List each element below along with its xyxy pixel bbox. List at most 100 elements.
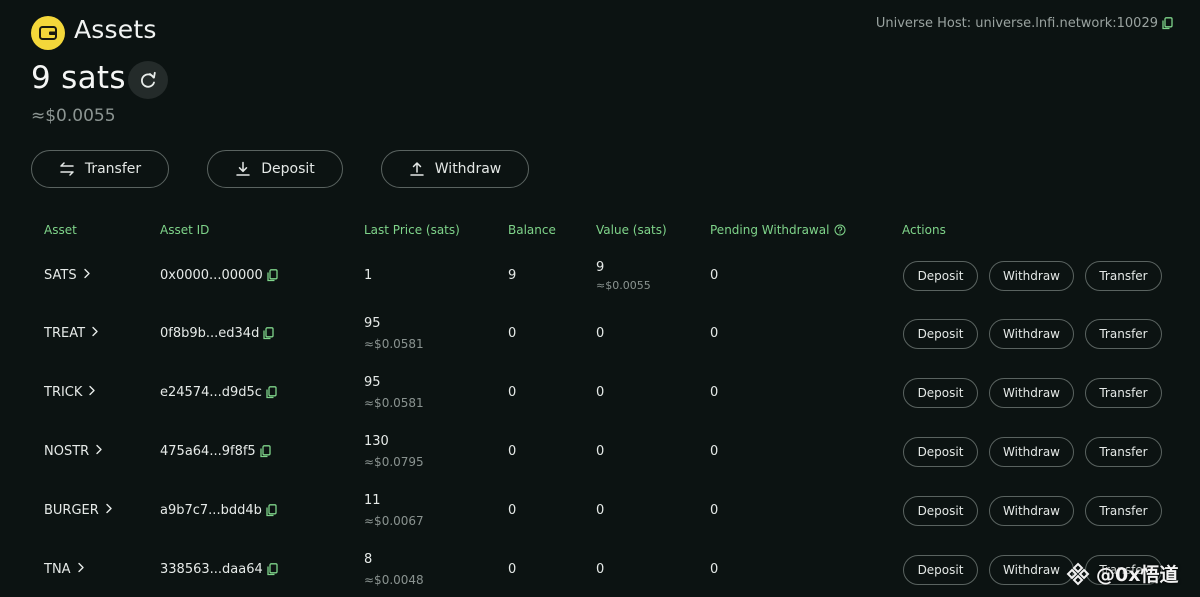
last-price: 95 [364,316,381,331]
row-deposit-button[interactable]: Deposit [903,555,978,585]
row-deposit-button[interactable]: Deposit [903,378,978,408]
transfer-icon [60,162,74,176]
last-price: 1 [364,268,373,283]
asset-name: BURGER [44,503,99,518]
copy-icon[interactable] [266,386,277,399]
value: 0 [596,385,605,400]
copy-icon[interactable] [260,445,271,458]
last-price-usd: ≈$0.0795 [364,455,424,469]
page-title: Assets [74,15,157,44]
refresh-icon [141,71,156,88]
last-price: 8 [364,552,373,567]
row-deposit-button[interactable]: Deposit [903,261,978,291]
balance: 0 [508,503,517,518]
asset-name: TNA [44,562,71,577]
row-withdraw-button[interactable]: Withdraw [989,437,1074,467]
asset-name: SATS [44,268,77,283]
table-row: TREAT 0f8b9b...ed34d 95 ≈$0.0581 0 0 0 Deposit W… [0,307,1200,363]
asset-name: TRICK [44,385,83,400]
chevron-right-icon [88,385,96,400]
column-header-balance: Balance [508,223,556,237]
copy-icon[interactable] [1162,17,1173,30]
chevron-right-icon [77,562,85,577]
asset-id: a9b7c7...bdd4b [160,503,277,518]
asset-link[interactable]: TREAT [44,326,99,341]
row-transfer-button[interactable]: Transfer [1085,437,1162,467]
asset-id: 475a64...9f8f5 [160,444,271,459]
row-deposit-button[interactable]: Deposit [903,437,978,467]
balance: 9 [508,268,517,283]
row-withdraw-button[interactable]: Withdraw [989,261,1074,291]
balance: 0 [508,326,517,341]
row-deposit-button[interactable]: Deposit [903,319,978,349]
column-header-actions: Actions [902,223,946,237]
value: 9 [596,260,605,275]
pending-withdrawal: 0 [710,503,719,518]
copy-icon[interactable] [266,504,277,517]
withdraw-button[interactable]: Withdraw [381,150,529,188]
universe-host: Universe Host: universe.lnfi.network:100… [876,16,1173,31]
row-withdraw-button[interactable]: Withdraw [989,555,1074,585]
asset-id-text: a9b7c7...bdd4b [160,503,262,518]
row-deposit-button[interactable]: Deposit [903,496,978,526]
total-balance: 9 sats [31,60,126,96]
balance: 0 [508,562,517,577]
help-icon[interactable] [834,224,846,236]
value: 0 [596,503,605,518]
chevron-right-icon [105,503,113,518]
row-transfer-button[interactable]: Transfer [1085,261,1162,291]
pending-withdrawal: 0 [710,562,719,577]
asset-link[interactable]: BURGER [44,503,113,518]
row-withdraw-button[interactable]: Withdraw [989,496,1074,526]
asset-name: TREAT [44,326,86,341]
column-header-value: Value (sats) [596,223,667,237]
pending-withdrawal: 0 [710,326,719,341]
transfer-button[interactable]: Transfer [31,150,169,188]
row-transfer-button[interactable]: Transfer [1085,496,1162,526]
copy-icon[interactable] [263,327,274,340]
asset-id-text: 475a64...9f8f5 [160,444,256,459]
universe-host-label: Universe Host: universe.lnfi.network:100… [875,16,1158,31]
watermark-text: @0x悟道 [1096,564,1179,586]
row-withdraw-button[interactable]: Withdraw [989,319,1074,349]
asset-link[interactable]: TRICK [44,385,96,400]
row-withdraw-button[interactable]: Withdraw [989,378,1074,408]
value-usd: ≈$0.0055 [596,279,651,292]
pending-withdrawal: 0 [710,385,719,400]
pending-withdrawal: 0 [710,268,719,283]
value: 0 [596,326,605,341]
asset-id: 0f8b9b...ed34d [160,326,274,341]
asset-id-text: 338563...daa64 [160,562,263,577]
column-header-last-price: Last Price (sats) [364,223,460,237]
watermark: @0x悟道 [1066,560,1178,587]
refresh-button[interactable] [128,61,168,99]
value: 0 [596,444,605,459]
table-row: TRICK e24574...d9d5c 95 ≈$0.0581 0 0 0 Deposit W… [0,366,1200,422]
deposit-button[interactable]: Deposit [207,150,343,188]
row-transfer-button[interactable]: Transfer [1085,378,1162,408]
copy-icon[interactable] [267,563,278,576]
copy-icon[interactable] [267,269,278,282]
pending-withdrawal: 0 [710,444,719,459]
row-transfer-button[interactable]: Transfer [1085,319,1162,349]
chevron-right-icon [91,326,99,341]
asset-id-text: 0x0000...00000 [160,268,263,283]
asset-link[interactable]: NOSTR [44,444,103,459]
asset-link[interactable]: TNA [44,562,85,577]
asset-id-text: e24574...d9d5c [160,385,262,400]
last-price-usd: ≈$0.0067 [364,514,424,528]
chevron-right-icon [83,268,91,283]
asset-id: 338563...daa64 [160,562,278,577]
withdraw-label: Withdraw [434,161,502,177]
chevron-right-icon [95,444,103,459]
table-row: NOSTR 475a64...9f8f5 130 ≈$0.0795 0 0 0 Deposit… [0,425,1200,481]
asset-link[interactable]: SATS [44,268,91,283]
last-price-usd: ≈$0.0581 [364,337,424,351]
asset-id: e24574...d9d5c [160,385,277,400]
column-header-asset: Asset [44,223,77,237]
last-price-usd: ≈$0.0048 [364,573,424,587]
asset-id-text: 0f8b9b...ed34d [160,326,260,341]
last-price: 130 [364,434,389,449]
assets-page: Assets Universe Host: universe.lnfi.netw… [0,0,1200,597]
column-header-asset-id: Asset ID [160,223,210,237]
